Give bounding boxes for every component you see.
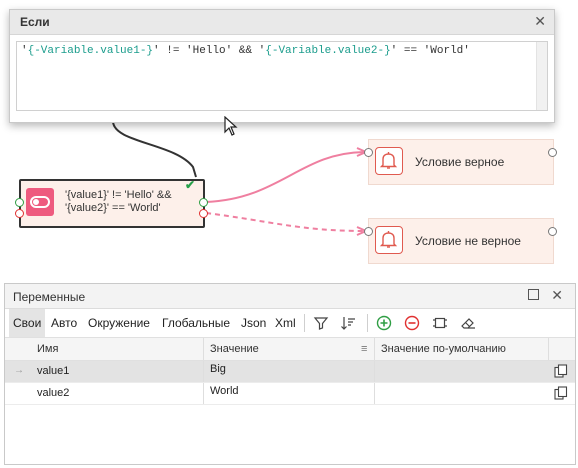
- true-link: [205, 151, 365, 203]
- column-divider[interactable]: [374, 338, 375, 360]
- table-header: Имя Значение ≡ Значение по-умолчанию: [5, 337, 575, 361]
- expression-text: '{-Variable.value1-}' != 'Hello' && '{-V…: [21, 45, 470, 57]
- variables-toolbar: Свои Авто Окружение Глобальные Json Xml: [5, 309, 575, 337]
- if-node[interactable]: '{value1}' != 'Hello' && '{value2}' == '…: [19, 179, 205, 228]
- column-divider: [203, 383, 204, 404]
- tab-own[interactable]: Свои: [9, 309, 46, 337]
- input-port[interactable]: [15, 198, 24, 207]
- if-node-condition: '{value1}' != 'Hello' && '{value2}' == '…: [65, 189, 172, 215]
- if-editor-popup: Если ✕ '{-Variable.value1-}' != 'Hello' …: [9, 9, 555, 123]
- true-node-output-port[interactable]: [548, 148, 557, 157]
- maximize-icon[interactable]: [528, 289, 539, 300]
- workflow-canvas[interactable]: '{value1}' != 'Hello' && '{value2}' == '…: [0, 121, 578, 281]
- table-row[interactable]: value2 World: [5, 383, 575, 405]
- column-divider: [203, 361, 204, 382]
- filter-icon[interactable]: [313, 315, 329, 331]
- true-output-port[interactable]: [199, 198, 208, 207]
- expression-part: ' != 'Hello' && ': [153, 45, 266, 57]
- false-result-label: Условие не верное: [415, 234, 521, 248]
- table-row[interactable]: → value1 Big: [5, 361, 575, 383]
- if-node-line1: '{value1}' != 'Hello' &&: [65, 189, 172, 201]
- true-result-label: Условие верное: [415, 155, 505, 169]
- column-header-default[interactable]: Значение по-умолчанию: [381, 343, 506, 355]
- remove-icon[interactable]: [404, 315, 420, 331]
- bell-icon: [375, 226, 403, 254]
- tab-auto[interactable]: Авто: [47, 309, 81, 337]
- bell-icon: [375, 147, 403, 175]
- popup-title: Если: [20, 15, 50, 29]
- sort-indicator-icon: ≡: [361, 343, 368, 355]
- close-icon[interactable]: ✕: [534, 13, 546, 30]
- panel-header: Переменные ✕: [5, 284, 575, 309]
- copy-icon[interactable]: [554, 364, 568, 378]
- frame-icon[interactable]: [432, 315, 448, 331]
- tab-global[interactable]: Глобальные: [158, 309, 234, 337]
- if-node-line2: '{value2}' == 'World': [65, 202, 161, 214]
- mouse-cursor-icon: [224, 116, 238, 136]
- true-node-input-port[interactable]: [364, 148, 373, 157]
- cell-name[interactable]: value2: [37, 387, 69, 399]
- column-divider[interactable]: [203, 338, 204, 360]
- expression-part: ': [21, 45, 28, 57]
- variable-token: {-Variable.value2-}: [265, 45, 391, 57]
- variables-table: Имя Значение ≡ Значение по-умолчанию → v…: [5, 337, 575, 405]
- cell-value[interactable]: World: [210, 385, 239, 397]
- column-header-name[interactable]: Имя: [37, 343, 58, 355]
- column-divider: [374, 383, 375, 404]
- eraser-icon[interactable]: [460, 315, 476, 331]
- false-output-port[interactable]: [199, 209, 208, 218]
- false-result-node[interactable]: Условие не верное: [368, 218, 554, 264]
- tab-xml[interactable]: Xml: [271, 309, 300, 337]
- expression-editor[interactable]: '{-Variable.value1-}' != 'Hello' && '{-V…: [16, 41, 548, 111]
- toggle-icon: [26, 188, 54, 216]
- vertical-scrollbar[interactable]: [536, 42, 547, 110]
- sort-icon[interactable]: [340, 315, 356, 331]
- false-node-output-port[interactable]: [548, 227, 557, 236]
- panel-title: Переменные: [13, 290, 86, 304]
- tab-json[interactable]: Json: [237, 309, 270, 337]
- column-divider: [374, 361, 375, 382]
- cell-name[interactable]: value1: [37, 365, 69, 377]
- incoming-link: [112, 121, 197, 178]
- toolbar-divider: [304, 314, 305, 332]
- copy-icon[interactable]: [554, 386, 568, 400]
- toolbar-divider: [367, 314, 368, 332]
- add-icon[interactable]: [376, 315, 392, 331]
- true-result-node[interactable]: Условие верное: [368, 139, 554, 185]
- variables-panel: Переменные ✕ Свои Авто Окружение Глобаль…: [4, 283, 576, 465]
- tab-environment[interactable]: Окружение: [84, 309, 154, 337]
- popup-header: Если ✕: [10, 10, 554, 35]
- column-divider[interactable]: [548, 338, 549, 360]
- column-header-value[interactable]: Значение: [210, 343, 259, 355]
- close-icon[interactable]: ✕: [551, 287, 563, 304]
- variable-token: {-Variable.value1-}: [27, 45, 154, 57]
- false-node-input-port[interactable]: [364, 227, 373, 236]
- cell-value[interactable]: Big: [210, 363, 226, 375]
- false-link: [205, 212, 365, 232]
- row-pointer-icon: →: [14, 365, 24, 376]
- expression-part: ' == 'World': [390, 45, 470, 57]
- check-icon: ✔: [185, 178, 196, 192]
- error-port[interactable]: [15, 209, 24, 218]
